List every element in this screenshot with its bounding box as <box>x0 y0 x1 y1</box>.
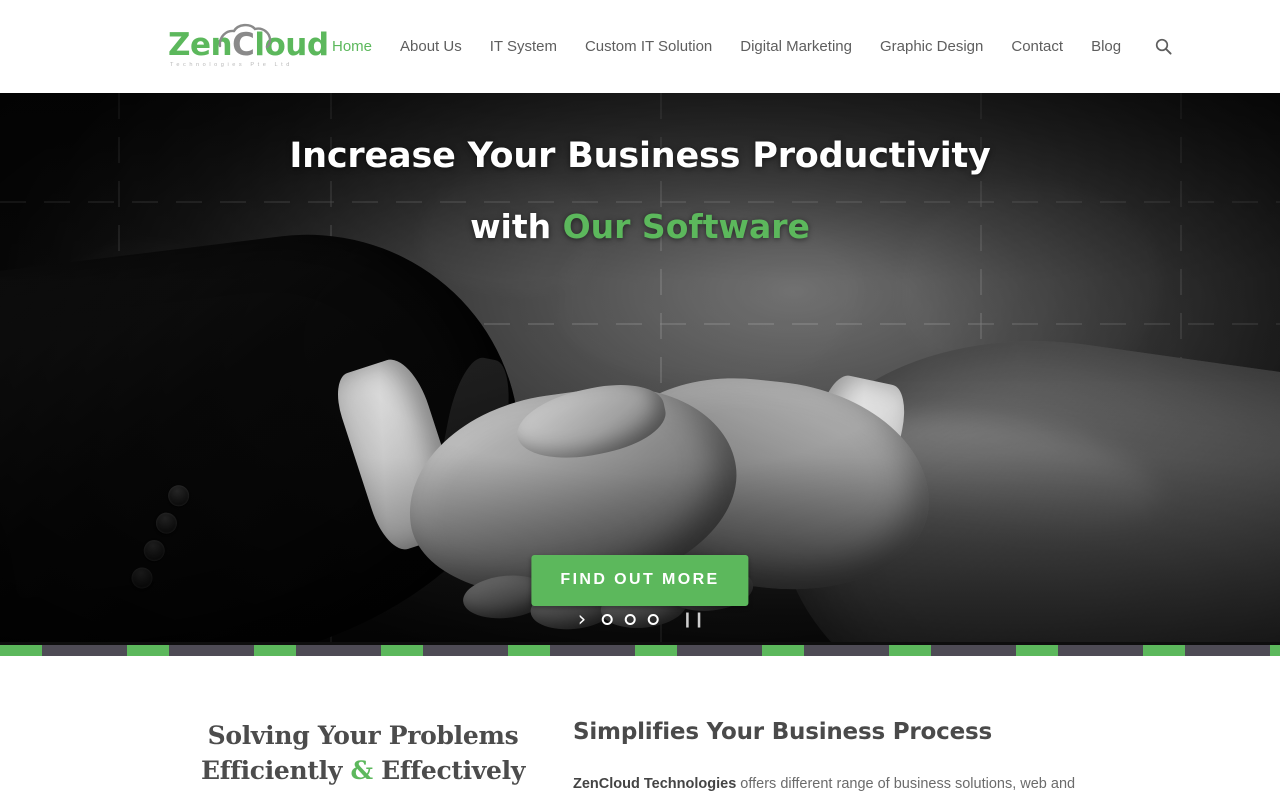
intro-heading: Solving Your Problems Efficiently & Effe… <box>168 719 558 788</box>
nav-item-custom-it-solution[interactable]: Custom IT Solution <box>571 0 726 93</box>
nav-item-contact[interactable]: Contact <box>997 0 1077 93</box>
intro-subheading: Simplifies Your Business Process <box>573 719 992 745</box>
intro-heading-line2-pre: Efficiently <box>200 755 351 785</box>
intro-paragraph-bold: ZenCloud Technologies <box>573 776 737 792</box>
cloud-icon <box>218 23 272 49</box>
nav-item-it-system[interactable]: IT System <box>476 0 571 93</box>
intro-heading-line2-post: Effectively <box>372 755 526 785</box>
intro-left-column: Solving Your Problems Efficiently & Effe… <box>168 719 558 797</box>
site-logo[interactable]: ZenCloud Technologies Pte Ltd <box>168 22 329 72</box>
site-header: ZenCloud Technologies Pte Ltd Home About… <box>0 0 1280 93</box>
hero-content: Increase Your Business Productivity with… <box>0 93 1280 645</box>
main-navigation: Home About Us IT System Custom IT Soluti… <box>318 0 1181 93</box>
nav-item-about-us[interactable]: About Us <box>386 0 476 93</box>
search-button[interactable] <box>1145 0 1181 93</box>
intro-paragraph: ZenCloud Technologies offers different r… <box>573 772 1093 797</box>
intro-heading-ampersand: & <box>350 755 373 785</box>
intro-paragraph-rest: offers different range of business solut… <box>736 776 1076 792</box>
hero-headline-line2: with Our Software <box>470 207 810 246</box>
nav-item-digital-marketing[interactable]: Digital Marketing <box>726 0 866 93</box>
hero-headline-line1: Increase Your Business Productivity <box>289 136 991 176</box>
hero-headline-line2-plain: with <box>470 207 563 246</box>
intro-heading-line1: Solving Your Problems <box>207 721 519 750</box>
nav-item-home[interactable]: Home <box>318 0 386 93</box>
nav-item-blog[interactable]: Blog <box>1077 0 1135 93</box>
hero-headline-line2-accent: Our Software <box>562 207 810 246</box>
search-icon <box>1155 38 1172 55</box>
intro-section: Solving Your Problems Efficiently & Effe… <box>0 656 1280 800</box>
striped-divider <box>0 642 1280 656</box>
intro-right-column: Simplifies Your Business Process ZenClou… <box>573 719 1093 797</box>
nav-item-graphic-design[interactable]: Graphic Design <box>866 0 997 93</box>
logo-tagline: Technologies Pte Ltd <box>170 62 293 68</box>
hero-carousel: Increase Your Business Productivity with… <box>0 93 1280 645</box>
